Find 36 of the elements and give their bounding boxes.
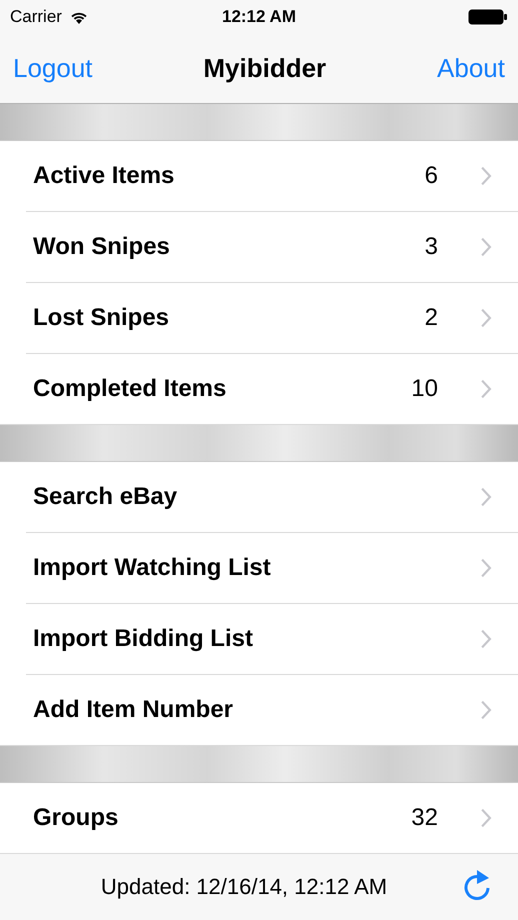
chevron-icon bbox=[480, 237, 492, 257]
chevron-icon bbox=[480, 166, 492, 186]
row-count: 6 bbox=[424, 162, 438, 190]
status-time: 12:12 AM bbox=[222, 7, 296, 27]
chevron-icon bbox=[480, 487, 492, 507]
chevron-icon bbox=[480, 558, 492, 578]
row-label: Active Items bbox=[32, 162, 176, 190]
chevron-icon bbox=[480, 808, 492, 828]
menu-row[interactable]: Won Snipes 3 bbox=[26, 212, 518, 283]
row-label: Import Watching List bbox=[32, 554, 272, 582]
chevron-icon bbox=[480, 379, 492, 399]
about-button[interactable]: About bbox=[437, 53, 505, 84]
row-count: 3 bbox=[424, 233, 438, 261]
chevron-icon bbox=[480, 700, 492, 720]
row-label: Add Item Number bbox=[32, 696, 234, 724]
row-label: Lost Snipes bbox=[32, 304, 170, 332]
logout-button[interactable]: Logout bbox=[13, 53, 93, 84]
chevron-icon bbox=[480, 308, 492, 328]
row-count: 10 bbox=[411, 375, 438, 403]
carrier-name: Carrier bbox=[10, 7, 62, 27]
row-count: 32 bbox=[411, 804, 438, 832]
menu-row[interactable]: Active Items 6 bbox=[26, 141, 518, 212]
menu-row[interactable]: Search eBay bbox=[26, 462, 518, 533]
battery-icon bbox=[468, 9, 508, 25]
row-label: Won Snipes bbox=[32, 233, 171, 261]
row-label: Completed Items bbox=[32, 375, 228, 403]
menu-row[interactable]: Import Watching List bbox=[26, 533, 518, 604]
menu-row[interactable]: Lost Snipes 2 bbox=[26, 283, 518, 354]
row-label: Search eBay bbox=[32, 483, 178, 511]
updated-status: Updated: 12/16/14, 12:12 AM bbox=[100, 874, 388, 900]
chevron-icon bbox=[480, 629, 492, 649]
menu-row[interactable]: Import Bidding List bbox=[26, 604, 518, 675]
row-label: Groups bbox=[32, 804, 120, 832]
row-label: Import Bidding List bbox=[32, 625, 254, 653]
nav-title: Myibidder bbox=[203, 53, 326, 84]
row-count: 2 bbox=[424, 304, 438, 332]
